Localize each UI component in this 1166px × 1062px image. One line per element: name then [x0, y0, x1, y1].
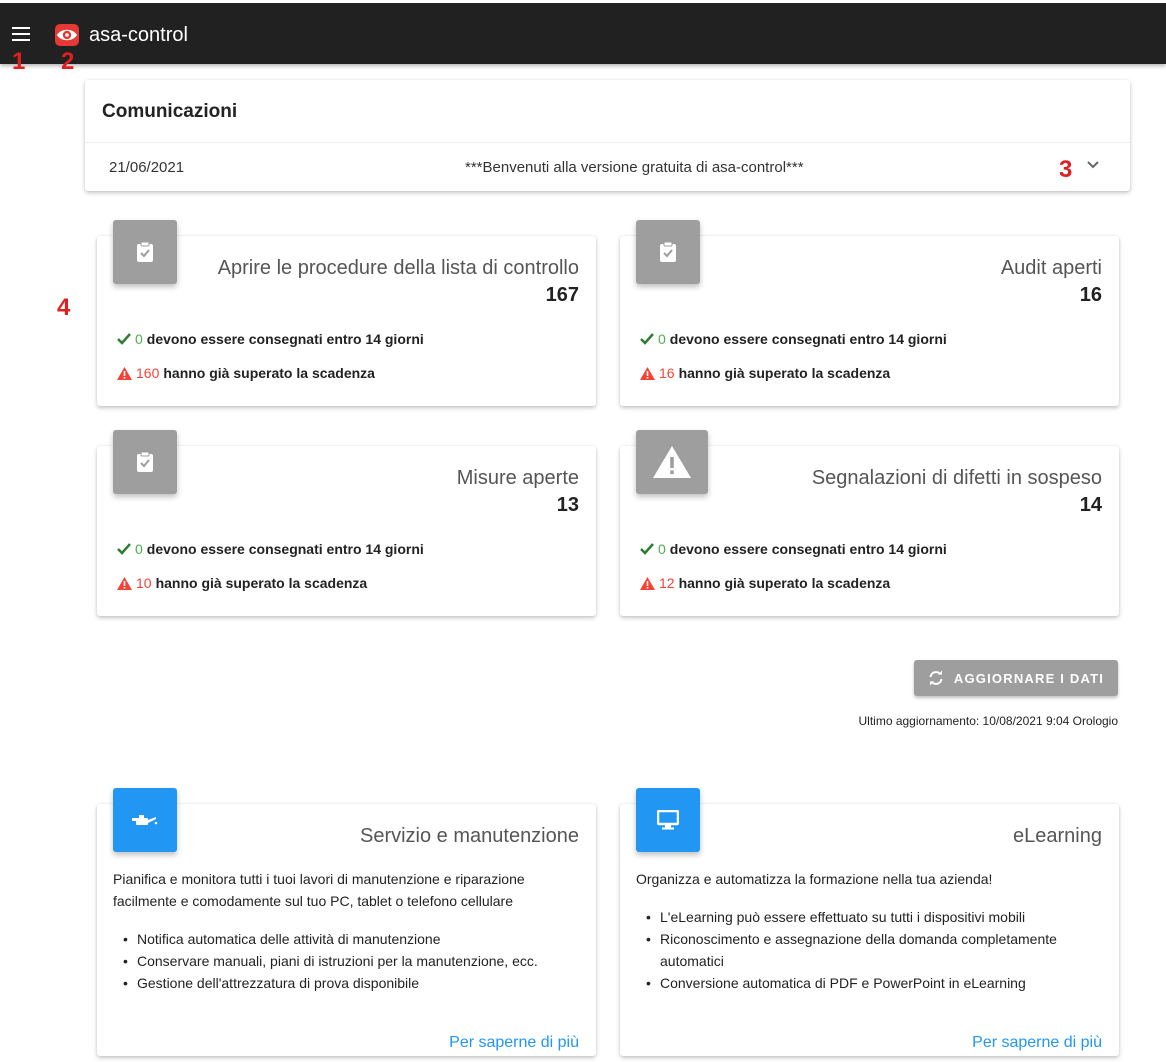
learn-more-link[interactable]: Per saperne di più: [449, 1034, 579, 1052]
due-text: devono essere consegnati entro 14 giorni: [146, 541, 424, 557]
refresh-button-label: AGGIORNARE I DATI: [953, 670, 1105, 686]
eye-logo-icon: [55, 24, 79, 46]
communications-panel: Comunicazioni 21/06/2021 ***Benvenuti al…: [85, 80, 1130, 191]
feature-list: Notifica automatica delle attività di ma…: [113, 928, 583, 994]
info-card-title: Servizio e manutenzione: [359, 825, 579, 847]
stat-title: Segnalazioni di difetti in sospeso: [811, 467, 1102, 489]
stat-card-defect-reports[interactable]: Segnalazioni di difetti in sospeso 14 0 …: [620, 430, 1119, 616]
stat-icon-box: [113, 220, 177, 284]
communication-message: ***Benvenuti alla versione gratuita di a…: [465, 159, 804, 176]
overdue-line: 12 hanno già superato la scadenza: [640, 575, 890, 591]
clipboard-check-icon: [137, 242, 153, 262]
list-item: L'eLearning può essere effettuato su tut…: [636, 906, 1106, 928]
due-count: 0: [135, 541, 143, 557]
stat-card-checklist-procedures[interactable]: Aprire le procedure della lista di contr…: [97, 220, 596, 406]
checkmark-icon: [640, 543, 654, 555]
overdue-text: hanno già superato la scadenza: [155, 575, 368, 591]
chevron-down-icon[interactable]: [1086, 160, 1100, 170]
app-title[interactable]: asa-control: [89, 23, 188, 47]
overdue-line: 16 hanno già superato la scadenza: [640, 365, 890, 381]
overdue-count: 16: [659, 365, 675, 381]
info-card-title: eLearning: [1013, 825, 1102, 847]
communication-date: 21/06/2021: [109, 159, 185, 176]
warning-icon: [640, 576, 655, 590]
overdue-count: 10: [136, 575, 152, 591]
due-soon-line: 0 devono essere consegnati entro 14 gior…: [117, 541, 424, 557]
stat-title: Aprire le procedure della lista di contr…: [217, 257, 579, 279]
stat-card-open-audits[interactable]: Audit aperti 16 0 devono essere consegna…: [620, 220, 1119, 406]
checkmark-icon: [117, 333, 131, 345]
annotation-marker-1: 1: [12, 48, 26, 75]
list-item: Gestione dell'attrezzatura di prova disp…: [113, 972, 583, 994]
top-app-bar: asa-control: [0, 0, 1166, 64]
stat-value: 13: [556, 494, 579, 516]
stat-icon-box: [636, 220, 700, 284]
overdue-text: hanno già superato la scadenza: [163, 365, 375, 381]
overdue-count: 160: [136, 365, 160, 381]
learn-more-link[interactable]: Per saperne di più: [972, 1034, 1102, 1052]
due-text: devono essere consegnati entro 14 giorni: [669, 331, 947, 347]
overdue-text: hanno già superato la scadenza: [678, 365, 891, 381]
list-item: Notifica automatica delle attività di ma…: [113, 928, 583, 950]
overdue-line: 160 hanno già superato la scadenza: [117, 365, 375, 381]
due-text: devono essere consegnati entro 14 giorni: [669, 541, 947, 557]
feature-list: L'eLearning può essere effettuato su tut…: [636, 906, 1106, 994]
stat-title: Misure aperte: [456, 467, 579, 489]
due-count: 0: [135, 331, 143, 347]
info-card-description: Organizza e automatizza la formazione ne…: [636, 871, 993, 887]
due-count: 0: [658, 331, 666, 347]
stat-value: 16: [1079, 284, 1102, 306]
list-item: Conservare manuali, piani di istruzioni …: [113, 950, 583, 972]
due-soon-line: 0 devono essere consegnati entro 14 gior…: [117, 331, 424, 347]
info-card-maintenance: Servizio e manutenzione Pianifica e moni…: [97, 788, 596, 1056]
stat-value: 167: [545, 284, 579, 306]
stat-value: 14: [1079, 494, 1102, 516]
overdue-line: 10 hanno già superato la scadenza: [117, 575, 367, 591]
due-count: 0: [658, 541, 666, 557]
refresh-data-button[interactable]: AGGIORNARE I DATI: [914, 660, 1118, 696]
communication-item[interactable]: 21/06/2021 ***Benvenuti alla versione gr…: [85, 143, 1130, 191]
overdue-text: hanno già superato la scadenza: [678, 575, 891, 591]
info-icon-box: [113, 788, 177, 852]
oil-can-icon: [132, 815, 158, 825]
monitor-icon: [657, 810, 679, 830]
warning-icon: [653, 446, 691, 478]
list-item: Conversione automatica di PDF e PowerPoi…: [636, 972, 1106, 994]
checkmark-icon: [117, 543, 131, 555]
last-update-text: Ultimo aggiornamento: 10/08/2021 9:04 Or…: [858, 714, 1119, 728]
refresh-icon: [929, 670, 943, 686]
annotation-marker-4: 4: [57, 294, 71, 321]
stat-icon-box: [113, 430, 177, 494]
overdue-count: 12: [659, 575, 675, 591]
info-card-elearning: eLearning Organizza e automatizza la for…: [620, 788, 1119, 1056]
stat-title: Audit aperti: [1000, 257, 1102, 279]
clipboard-check-icon: [660, 242, 676, 262]
stat-card-open-measures[interactable]: Misure aperte 13 0 devono essere consegn…: [97, 430, 596, 616]
due-soon-line: 0 devono essere consegnati entro 14 gior…: [640, 541, 947, 557]
warning-icon: [117, 576, 132, 590]
warning-icon: [117, 366, 132, 380]
info-icon-box: [636, 788, 700, 852]
checkmark-icon: [640, 333, 654, 345]
clipboard-check-icon: [137, 452, 153, 472]
due-soon-line: 0 devono essere consegnati entro 14 gior…: [640, 331, 947, 347]
annotation-marker-2: 2: [61, 48, 75, 75]
hamburger-menu-icon[interactable]: [12, 27, 30, 41]
due-text: devono essere consegnati entro 14 giorni: [146, 331, 424, 347]
warning-icon: [640, 366, 655, 380]
annotation-marker-3: 3: [1059, 156, 1073, 183]
communications-title: Comunicazioni: [102, 101, 238, 122]
stat-icon-box: [636, 430, 708, 494]
list-item: Riconoscimento e assegnazione della doma…: [636, 928, 1106, 972]
info-card-description: Pianifica e monitora tutti i tuoi lavori…: [113, 871, 525, 909]
